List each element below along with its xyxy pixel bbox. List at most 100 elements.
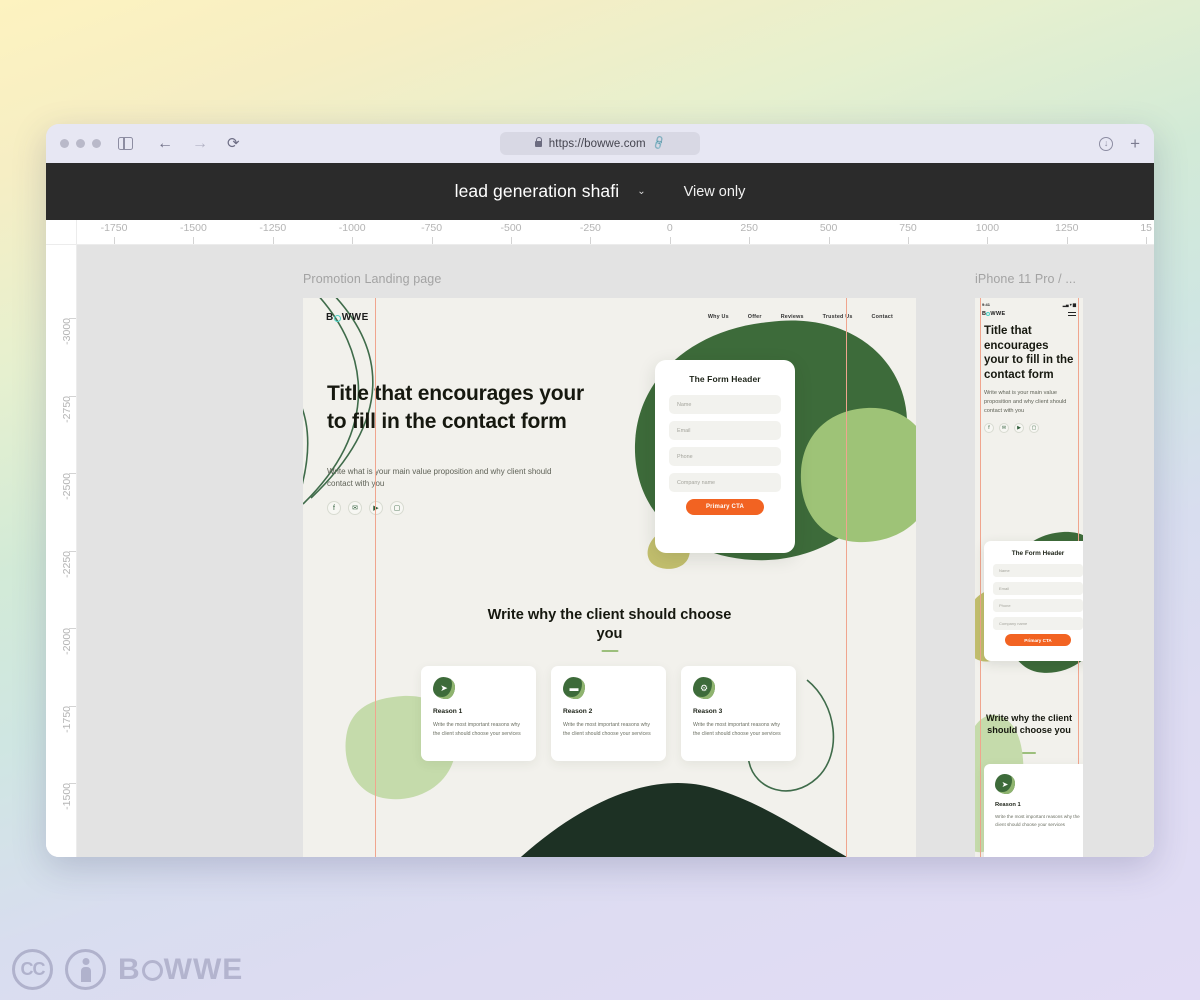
mobile-facebook-icon[interactable]: f: [984, 422, 994, 433]
guide-line-right[interactable]: [846, 298, 847, 857]
design-canvas[interactable]: Promotion Landing page iPhone 11 Pro / .…: [77, 245, 1154, 857]
contact-form-card[interactable]: The Form Header Name Email Phone Company na…: [655, 360, 795, 553]
reason-card-title: Reason 1: [433, 708, 463, 715]
artboard-label-mobile[interactable]: iPhone 11 Pro / ...: [975, 272, 1076, 286]
mobile-navbar: B WWE: [975, 308, 1083, 317]
section2-title: Write why the client should choose you: [487, 607, 732, 642]
ruler-label: -1500: [61, 783, 73, 810]
reason-card-title: Reason 2: [563, 708, 593, 715]
form-field-company-name[interactable]: Company name: [669, 473, 781, 492]
app-header-bar: lead generation shafi ⌄ View only: [46, 163, 1154, 220]
primary-cta-button[interactable]: Primary CTA: [686, 499, 764, 515]
mobile-youtube-icon[interactable]: ▶: [1014, 422, 1024, 433]
ruler-label: -1000: [338, 222, 366, 234]
mobile-guide-left[interactable]: [980, 298, 981, 857]
gear-icon: ⚙: [693, 677, 715, 699]
reason-card[interactable]: ➤ Reason 1 Write the most important reason…: [421, 666, 536, 761]
new-tab-icon[interactable]: +: [1130, 135, 1140, 152]
minimize-window-dot[interactable]: [76, 139, 85, 148]
mobile-contact-form-card[interactable]: The Form Header Name Email Phone Company na…: [984, 541, 1083, 661]
address-bar[interactable]: https://bowwe.com 🔗: [500, 132, 700, 155]
reason-card[interactable]: ▬ Reason 2 Write the most important reason…: [551, 666, 666, 761]
forward-icon[interactable]: →: [192, 135, 208, 152]
chevron-down-icon[interactable]: ⌄: [637, 186, 645, 197]
ruler-tick: [431, 237, 433, 244]
horizontal-ruler[interactable]: -1750 -1500 -1250 -1000 -750 -500 -250 0 250 500 7…: [46, 220, 1154, 245]
mobile-primary-cta-button[interactable]: Primary CTA: [1005, 634, 1071, 646]
ruler-tick: [908, 237, 909, 244]
ruler-label: 750: [899, 222, 917, 234]
site-menu-item-3[interactable]: Reviews: [781, 314, 804, 320]
toolbar-right-actions: ↓ +: [1099, 135, 1140, 152]
download-icon[interactable]: ↓: [1099, 136, 1114, 151]
cc-icon: CC: [12, 949, 53, 990]
ruler-tick: [828, 237, 830, 244]
reload-icon[interactable]: ⟳: [227, 136, 240, 151]
status-time: 9:41: [982, 302, 991, 307]
form-field-email[interactable]: Email: [669, 421, 781, 440]
mobile-social-icons: f ✉ ▶ ▢: [975, 416, 1083, 433]
logo-o-icon: [334, 314, 342, 322]
sidebar-toggle-icon[interactable]: [118, 136, 133, 150]
reason-card[interactable]: ⚙ Reason 3 Write the most important reason…: [681, 666, 796, 761]
reason-card-title: Reason 3: [693, 708, 723, 715]
artboard-mobile[interactable]: 9:41 ▂▄ ▾ ▆ B WWE Title that encourages y…: [975, 298, 1083, 857]
briefcase-icon: ▬: [563, 677, 585, 699]
ruler-tick: [749, 237, 751, 244]
ruler-tick: [669, 237, 671, 244]
reason-card-text: Write the most important reasons why the…: [433, 722, 521, 738]
url-text: https://bowwe.com: [548, 137, 646, 150]
mobile-form-field-company-name[interactable]: Company name: [993, 616, 1083, 630]
window-controls[interactable]: [60, 139, 101, 148]
reason-card-text: Write the most important reasons why the…: [693, 722, 781, 738]
ruler-tick: [590, 237, 592, 244]
mobile-twitter-icon[interactable]: ✉: [999, 422, 1009, 433]
hamburger-menu-icon[interactable]: [1068, 312, 1076, 316]
youtube-icon[interactable]: ▶: [369, 501, 383, 515]
logo-text-after: WWE: [341, 311, 369, 323]
ruler-tick: [193, 237, 195, 244]
instagram-icon[interactable]: ▢: [390, 501, 404, 515]
close-window-dot[interactable]: [60, 139, 69, 148]
site-logo[interactable]: B WWE: [326, 312, 369, 323]
ruler-label: -3000: [61, 318, 73, 345]
lock-icon: [534, 136, 543, 147]
twitter-icon[interactable]: ✉: [348, 501, 362, 515]
artboard-desktop[interactable]: B WWE Why Us Offer Reviews Trusted Us Contac…: [303, 298, 916, 857]
maximize-window-dot[interactable]: [92, 139, 101, 148]
mobile-form-field-name[interactable]: Name: [993, 564, 1083, 577]
view-only-label[interactable]: View only: [684, 184, 746, 200]
browser-toolbar: ← → ⟳ https://bowwe.com 🔗 ↓ +: [46, 124, 1154, 163]
ruler-label: -2750: [61, 395, 73, 423]
artboard-label-desktop[interactable]: Promotion Landing page: [303, 272, 441, 286]
site-menu-item-4[interactable]: Trusted Us: [823, 314, 853, 320]
ruler-label: 500: [819, 222, 838, 234]
mobile-reason-card[interactable]: ➤ Reason 1 Write the most important reas…: [984, 764, 1083, 857]
section2-divider: [601, 650, 618, 652]
ruler-label: 15: [1140, 222, 1153, 234]
mobile-instagram-icon[interactable]: ▢: [1029, 422, 1039, 433]
form-field-phone[interactable]: Phone: [669, 447, 781, 466]
form-field-name[interactable]: Name: [669, 395, 781, 414]
ruler-tick: [1146, 237, 1148, 244]
mobile-form-field-email[interactable]: Email: [993, 581, 1083, 595]
site-menu-item-5[interactable]: Contact: [872, 314, 893, 320]
back-icon[interactable]: ←: [157, 135, 173, 152]
status-indicators: ▂▄ ▾ ▆: [1062, 302, 1076, 307]
form-header: The Form Header: [689, 374, 761, 384]
canvas-row: -3000 -2750 -2500 -2250 -2000 -1750 -1500 Prom…: [46, 245, 1154, 857]
guide-line-left[interactable]: [375, 298, 376, 857]
logo-text-before: B: [326, 311, 334, 323]
vertical-ruler[interactable]: -3000 -2750 -2500 -2250 -2000 -1750 -1500: [46, 245, 77, 857]
site-menu-item-2[interactable]: Offer: [748, 314, 762, 320]
mobile-form-field-phone[interactable]: Phone: [993, 599, 1083, 612]
ruler-label: -750: [421, 222, 443, 234]
ruler-tick: [272, 237, 274, 244]
paper-plane-icon: ➤: [433, 677, 455, 699]
decorative-dark-green-hill: [520, 782, 848, 857]
link-icon[interactable]: 🔗: [651, 136, 667, 152]
site-menu-item-1[interactable]: Why Us: [708, 314, 729, 320]
facebook-icon[interactable]: f: [327, 501, 341, 515]
project-title[interactable]: lead generation shafi: [455, 181, 620, 202]
ruler-label: -250: [579, 222, 601, 234]
